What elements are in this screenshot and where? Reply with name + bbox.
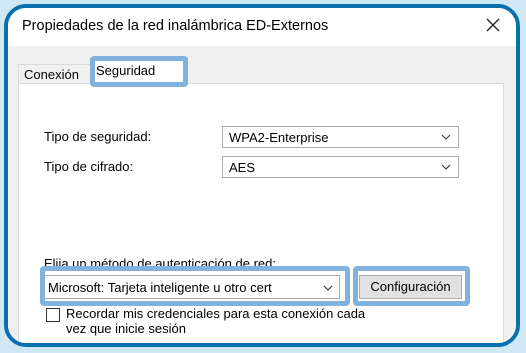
tab-seguridad[interactable]: Seguridad <box>90 58 188 84</box>
cipher-type-value: AES <box>229 160 256 175</box>
chevron-down-icon <box>441 134 451 140</box>
chevron-down-icon <box>323 285 333 291</box>
remember-credentials-checkbox[interactable] <box>46 308 60 322</box>
auth-method-label: Elija un método de autenticación de red: <box>44 256 276 271</box>
remember-credentials-label-line2: vez que inicie sesión <box>66 321 186 336</box>
window-title: Propiedades de la red inalámbrica ED-Ext… <box>22 18 329 34</box>
auth-method-select[interactable]: Microsoft: Tarjeta inteligente u otro ce… <box>44 275 340 299</box>
tab-conexion[interactable]: Conexión <box>18 64 97 84</box>
security-type-label: Tipo de seguridad: <box>44 129 152 144</box>
remember-credentials-label-line1: Recordar mis credenciales para esta cone… <box>66 306 366 321</box>
title-bar: Propiedades de la red inalámbrica ED-Ext… <box>8 8 516 46</box>
security-type-select[interactable]: WPA2-Enterprise <box>222 126 459 148</box>
cipher-type-label: Tipo de cifrado: <box>44 159 134 174</box>
configuration-button[interactable]: Configuración <box>359 275 462 299</box>
close-button[interactable] <box>480 14 506 38</box>
dialog-client-area: Conexión Seguridad Tipo de seguridad: WP… <box>8 46 516 343</box>
cipher-type-select[interactable]: AES <box>222 156 459 178</box>
security-type-value: WPA2-Enterprise <box>229 130 329 145</box>
security-tab-panel: Tipo de seguridad: WPA2-Enterprise Tipo … <box>18 83 504 343</box>
dialog-window: Propiedades de la red inalámbrica ED-Ext… <box>4 4 520 347</box>
auth-method-value: Microsoft: Tarjeta inteligente u otro ce… <box>48 280 272 295</box>
close-icon <box>486 18 500 32</box>
chevron-down-icon <box>441 164 451 170</box>
